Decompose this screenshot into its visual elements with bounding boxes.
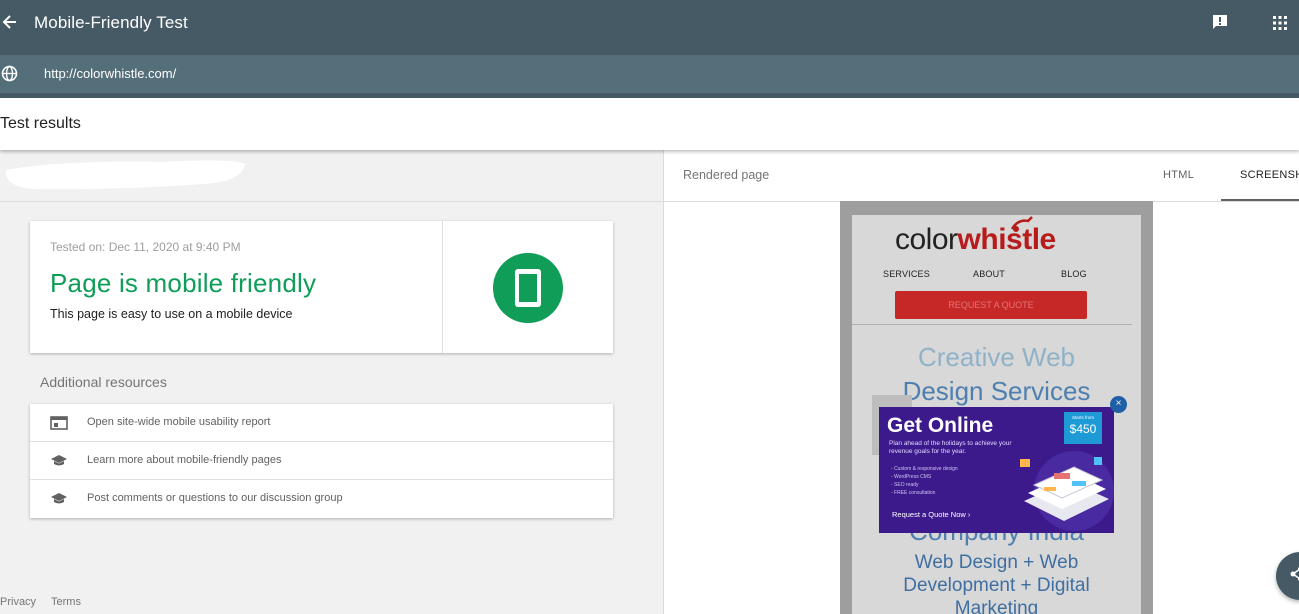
rendered-page-label: Rendered page xyxy=(683,168,770,182)
resource-discussion-group[interactable]: Post comments or questions to our discus… xyxy=(30,480,613,518)
feedback-icon[interactable] xyxy=(1211,13,1229,31)
site-subhero-line-1: Web Design + Web xyxy=(914,552,1079,573)
price-value: $450 xyxy=(1069,422,1097,436)
popup-bullet: - WordPress CMS xyxy=(891,474,932,480)
popup-cta-label: Request a Quote Now xyxy=(892,510,966,519)
additional-resources-heading: Additional resources xyxy=(40,374,167,390)
mobile-friendly-icon xyxy=(493,253,563,323)
active-tab-indicator xyxy=(1221,199,1299,201)
site-subhero-line-3: Marketing xyxy=(954,598,1039,614)
site-divider xyxy=(852,324,1132,325)
tested-on-text: Tested on: Dec 11, 2020 at 9:40 PM xyxy=(50,240,241,254)
tested-url[interactable]: http://colorwhistle.com/ xyxy=(44,66,176,81)
report-icon xyxy=(50,415,68,431)
privacy-link[interactable]: Privacy xyxy=(0,596,36,608)
tab-screenshot[interactable]: SCREENSH xyxy=(1240,169,1299,181)
tab-html[interactable]: HTML xyxy=(1163,169,1194,181)
back-arrow-icon[interactable] xyxy=(0,10,22,34)
share-icon xyxy=(1290,567,1299,581)
popup-subtitle: Plan ahead of the holidays to achieve yo… xyxy=(889,440,1012,455)
popup-bullet: - SEO ready xyxy=(891,482,919,488)
popup-bullet: - FREE consultation xyxy=(891,490,936,496)
site-logo-part-b: whistle xyxy=(957,223,1057,256)
resource-label: Learn more about mobile-friendly pages xyxy=(87,454,282,466)
page-screenshot: colorwhistle SERVICES ABOUT BLOG REQUEST… xyxy=(852,215,1141,614)
resource-learn-more[interactable]: Learn more about mobile-friendly pages xyxy=(30,442,613,480)
results-header: Test results xyxy=(0,98,1299,150)
whistle-logo-icon xyxy=(1010,216,1033,232)
site-subhero-line-2: Development + Digital xyxy=(903,575,1090,596)
popup-bullet: - Custom & responsive design xyxy=(891,466,958,472)
promo-popup: Get Online Plan ahead of the holidays to… xyxy=(879,407,1114,533)
redacted-area xyxy=(5,160,245,190)
popup-cta: Request a Quote Now › xyxy=(892,510,970,519)
site-logo-part-a: color xyxy=(895,223,958,256)
stacked-pages-illustration xyxy=(1020,451,1114,531)
phone-screenshot-frame: colorwhistle SERVICES ABOUT BLOG REQUEST… xyxy=(840,201,1153,614)
resource-label: Open site-wide mobile usability report xyxy=(87,416,271,428)
results-title: Test results xyxy=(0,115,81,132)
site-nav-services: SERVICES xyxy=(883,269,930,279)
price-caption: Starts from xyxy=(1071,415,1094,420)
share-fab-button[interactable] xyxy=(1276,552,1299,600)
card-divider xyxy=(442,221,443,353)
verdict-description: This page is easy to use on a mobile dev… xyxy=(50,307,293,321)
price-badge: Starts from $450 xyxy=(1064,412,1102,444)
popup-bullets: - Custom & responsive design - WordPress… xyxy=(891,465,958,497)
popup-close-icon: × xyxy=(1110,396,1127,413)
site-hero-line-1: Creative Web xyxy=(917,342,1076,372)
url-bar: http://colorwhistle.com/ xyxy=(0,55,1299,98)
chevron-right-icon: › xyxy=(967,510,971,519)
site-quote-button: REQUEST A QUOTE xyxy=(895,291,1087,319)
app-bar: Mobile-Friendly Test xyxy=(0,0,1299,55)
rendered-page-header: Rendered page HTML SCREENSH xyxy=(664,150,1299,202)
rendered-page-pane: Rendered page HTML SCREENSH colorwhistle… xyxy=(664,150,1299,614)
verdict-card: Tested on: Dec 11, 2020 at 9:40 PM Page … xyxy=(30,221,613,353)
globe-icon xyxy=(1,65,18,82)
resource-usability-report[interactable]: Open site-wide mobile usability report xyxy=(30,404,613,442)
site-nav-blog: BLOG xyxy=(1061,269,1087,279)
verdict-title: Page is mobile friendly xyxy=(50,268,317,298)
app-title: Mobile-Friendly Test xyxy=(34,13,188,32)
results-subheader xyxy=(0,150,663,202)
popup-title: Get Online xyxy=(887,414,994,437)
apps-grid-icon[interactable] xyxy=(1271,14,1289,32)
resources-card: Open site-wide mobile usability report L… xyxy=(30,404,613,518)
school-icon xyxy=(50,491,68,507)
terms-link[interactable]: Terms xyxy=(51,596,81,608)
school-icon xyxy=(50,453,68,469)
results-pane: Tested on: Dec 11, 2020 at 9:40 PM Page … xyxy=(0,150,663,614)
resource-label: Post comments or questions to our discus… xyxy=(87,492,343,504)
site-nav-about: ABOUT xyxy=(973,269,1006,279)
